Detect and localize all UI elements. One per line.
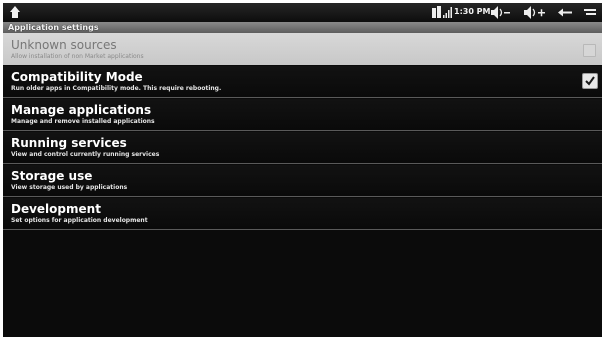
clock: 1:30 PM xyxy=(454,7,491,16)
setting-unknown-sources[interactable]: Unknown sources Allow installation of no… xyxy=(3,33,602,65)
setting-storage-use[interactable]: Storage use View storage used by applica… xyxy=(3,165,602,197)
development-title: Development xyxy=(11,202,101,216)
checkmark-icon xyxy=(585,76,595,86)
setting-compatibility-mode[interactable]: Compatibility Mode Run older apps in Com… xyxy=(3,66,602,98)
device-screen: 1:30 PM Application settings Unknown sou… xyxy=(3,3,602,337)
storage-use-title: Storage use xyxy=(11,169,93,183)
setting-running-services[interactable]: Running services View and control curren… xyxy=(3,132,602,164)
signal-icon xyxy=(443,7,452,18)
back-icon[interactable] xyxy=(557,5,573,20)
development-summary: Set options for application development xyxy=(11,217,148,224)
screen-title: Application settings xyxy=(8,23,99,32)
menu-icon[interactable] xyxy=(583,5,597,20)
notification-icon[interactable] xyxy=(432,5,441,20)
storage-use-summary: View storage used by applications xyxy=(11,184,128,191)
home-icon[interactable] xyxy=(9,5,21,19)
manage-applications-summary: Manage and remove installed applications xyxy=(11,118,155,125)
running-services-summary: View and control currently running servi… xyxy=(11,151,160,158)
manage-applications-title: Manage applications xyxy=(11,103,152,117)
compatibility-mode-checkbox[interactable] xyxy=(582,73,598,89)
status-bar: 1:30 PM xyxy=(3,3,602,22)
compatibility-mode-summary: Run older apps in Compatibility mode. Th… xyxy=(11,85,222,92)
compatibility-mode-title: Compatibility Mode xyxy=(11,70,143,84)
unknown-sources-summary: Allow installation of non Market applica… xyxy=(11,53,144,60)
running-services-title: Running services xyxy=(11,136,127,150)
volume-up-icon[interactable] xyxy=(522,5,546,20)
volume-down-icon[interactable] xyxy=(489,5,511,20)
setting-development[interactable]: Development Set options for application … xyxy=(3,198,602,230)
unknown-sources-checkbox[interactable] xyxy=(583,44,596,57)
screen-title-bar: Application settings xyxy=(3,22,602,33)
unknown-sources-title: Unknown sources xyxy=(11,38,117,52)
setting-manage-applications[interactable]: Manage applications Manage and remove in… xyxy=(3,99,602,131)
